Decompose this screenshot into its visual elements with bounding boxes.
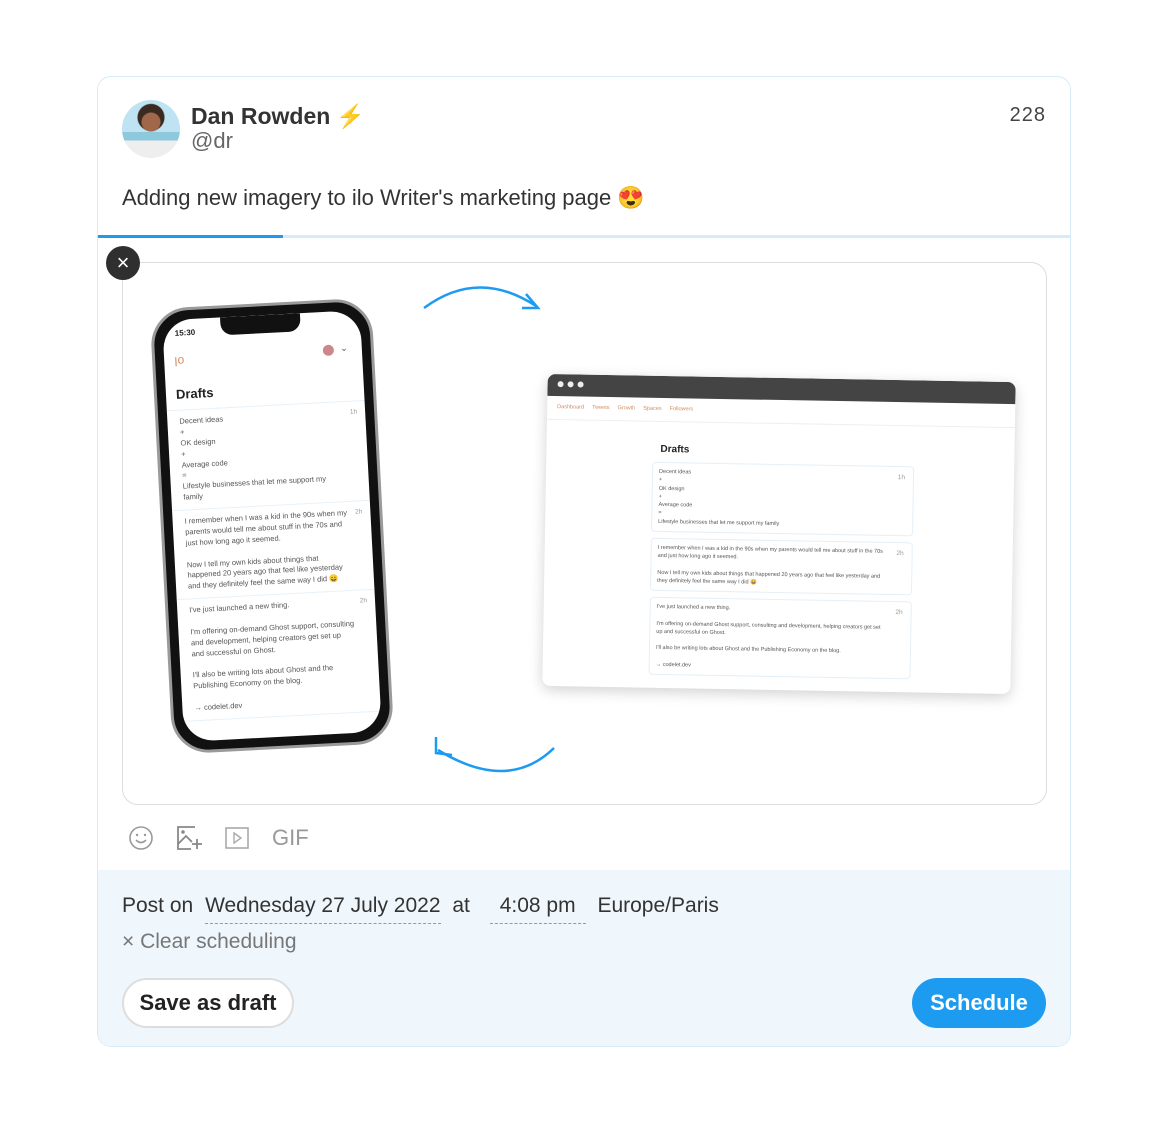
draft-text: I've just launched a new thing. I'm offe… (189, 600, 355, 713)
draft-text: Decent ideas + OK design + Average code … (658, 468, 780, 527)
draft-text: I've just launched a new thing. I'm offe… (655, 603, 881, 669)
remove-media-button[interactable]: × (106, 246, 140, 280)
lightning-bolt-icon: ⚡ (336, 103, 365, 129)
browser-mockup: Dashboard Tweets Growth Spaces Followers Dra… (542, 373, 1016, 695)
composer-toolbar: GIF (128, 823, 309, 853)
draft-age: 2h (359, 597, 368, 605)
time-picker[interactable]: 4:08 pm (489, 894, 586, 924)
save-draft-button[interactable]: Save as draft (122, 978, 294, 1028)
draft-age: 2h (354, 508, 363, 516)
video-icon[interactable] (224, 825, 250, 851)
progress-fill (98, 235, 283, 238)
author-name: Dan Rowden ⚡ (191, 103, 365, 130)
scheduling-panel: Post on Wednesday 27 July 2022 at 4:08 p… (98, 870, 1070, 1046)
draft-text: I remember when I was a kid in the 90s w… (184, 508, 348, 591)
gif-button[interactable]: GIF (272, 825, 309, 851)
at-label: at (452, 894, 470, 917)
post-on-label: Post on (122, 894, 194, 917)
draft-age: 1h (897, 474, 906, 482)
draft-text: I remember when I was a kid in the 90s w… (657, 544, 883, 586)
add-image-icon[interactable] (176, 825, 202, 851)
ilo-logo: ꞁo (173, 352, 185, 367)
phone-drafts-title: Drafts (175, 384, 214, 402)
arrow-left-icon (434, 737, 555, 773)
draft-text: Decent ideas + OK design + Average code … (179, 414, 327, 502)
draft-age: 2h (896, 549, 904, 557)
phone-drafts-list: Decent ideas + OK design + Average code … (166, 399, 381, 722)
avatar (122, 100, 180, 158)
author-name-text: Dan Rowden (191, 103, 331, 129)
phone-mockup: 15:30 ꞁo ⌄ Drafts Decent ideas + OK desi… (149, 297, 395, 755)
browser-draft-item: Decent ideas + OK design + Average code … (651, 461, 915, 537)
emoji-icon[interactable] (128, 825, 154, 851)
author-handle: @dr (191, 128, 233, 153)
draft-age: 1h (349, 408, 358, 416)
browser-draft-item: I remember when I was a kid in the 90s w… (649, 537, 913, 596)
arrow-right-icon (423, 286, 541, 310)
browser-drafts-title: Drafts (660, 443, 690, 456)
phone-avatar (322, 344, 335, 357)
browser-nav-item: Followers (669, 406, 694, 413)
chevron-down-icon: ⌄ (339, 342, 349, 354)
browser-drafts-list: Decent ideas + OK design + Average code … (648, 461, 915, 686)
character-progress-bar (98, 235, 1070, 238)
phone-draft-item: Decent ideas + OK design + Average code … (166, 400, 370, 512)
tweet-text-input[interactable]: Adding new imagery to ilo Writer's marke… (122, 185, 645, 211)
date-picker[interactable]: Wednesday 27 July 2022 (205, 894, 441, 924)
schedule-button[interactable]: Schedule (912, 978, 1046, 1028)
browser-nav-item: Dashboard (557, 404, 585, 411)
tweet-composer: Dan Rowden ⚡ @dr 228 Adding new imagery t… (97, 76, 1071, 1047)
timezone-label: Europe/Paris (597, 894, 719, 917)
browser-draft-item: I've just launched a new thing. I'm offe… (648, 596, 912, 680)
character-count: 228 (1009, 104, 1046, 126)
browser-nav-item: Spaces (643, 405, 662, 412)
phone-draft-item: I've just launched a new thing. I'm offe… (176, 589, 381, 722)
draft-age: 2h (895, 609, 903, 617)
phone-draft-item: I remember when I was a kid in the 90s w… (172, 500, 375, 601)
browser-nav-item: Tweets (592, 404, 610, 412)
browser-nav-item: Growth (617, 405, 636, 412)
phone-time: 15:30 (174, 327, 196, 338)
media-attachment: 15:30 ꞁo ⌄ Drafts Decent ideas + OK desi… (122, 262, 1047, 805)
schedule-row: Post on Wednesday 27 July 2022 at 4:08 p… (122, 894, 719, 924)
clear-scheduling-link[interactable]: × Clear scheduling (122, 930, 297, 954)
